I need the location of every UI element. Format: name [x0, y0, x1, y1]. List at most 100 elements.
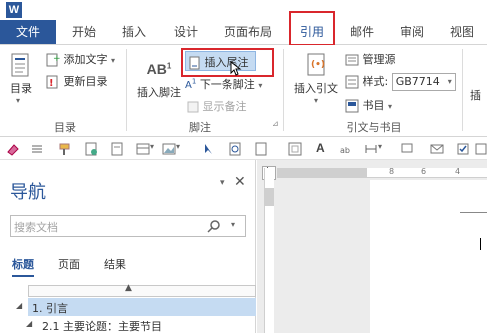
- page-icon[interactable]: [254, 142, 268, 156]
- horizontal-ruler: 8 6 4: [277, 167, 487, 178]
- style-value: GB7714: [395, 75, 440, 88]
- ribbon: 目录 ▾ + 添加文字 ▾ ! 更新目录 目录 AB1 插入脚注 插入尾注 A1: [0, 45, 487, 137]
- insert-endnote-button[interactable]: 插入尾注: [185, 51, 256, 71]
- footnote-icon: AB1: [146, 61, 172, 77]
- tab-mailings[interactable]: 邮件: [342, 20, 382, 44]
- document-icon[interactable]: [84, 142, 98, 156]
- search-input[interactable]: 搜索文档: [14, 219, 58, 235]
- title-bar: W: [0, 0, 487, 20]
- endnote-icon: [189, 56, 200, 70]
- citations-group-label: 引文与书目: [346, 121, 402, 134]
- insert-citation-label: 插入引文: [294, 82, 338, 95]
- next-footnote-dropdown-icon: ▾: [258, 81, 263, 90]
- toc-label: 目录: [10, 82, 32, 95]
- search-dropdown-icon[interactable]: ▾: [231, 220, 235, 229]
- separator: [126, 49, 127, 131]
- add-text-dropdown-icon: ▾: [111, 56, 116, 65]
- nav-scroll-up-button[interactable]: ▲: [28, 283, 256, 297]
- bibliography-icon: [345, 99, 359, 113]
- vertical-ruler: [264, 168, 274, 333]
- table-icon[interactable]: [136, 142, 150, 156]
- eraser-icon[interactable]: [6, 142, 20, 156]
- search-box[interactable]: 搜索文档 ▾: [10, 215, 246, 237]
- tab-view[interactable]: 视图: [442, 20, 482, 44]
- nav-options-icon[interactable]: ▾: [220, 178, 225, 188]
- tab-home[interactable]: 开始: [64, 20, 104, 44]
- next-footnote-button[interactable]: A1 下一条脚注 ▾: [185, 76, 262, 92]
- toc-dropdown-icon: ▾: [16, 96, 21, 105]
- dropdown-icon[interactable]: ▾: [378, 142, 382, 151]
- nav-heading-item[interactable]: ◢ 1. 引言: [16, 298, 256, 316]
- ruler-mark: 8: [389, 167, 395, 176]
- zoom-icon[interactable]: [228, 142, 242, 156]
- arrow-icon[interactable]: [202, 142, 216, 156]
- document-page[interactable]: [370, 180, 487, 333]
- nav-heading-item[interactable]: ◢ 2.1 主要论题：主要节目: [26, 318, 256, 333]
- ruler-mark: 6: [421, 167, 427, 176]
- insert-footnote-label: 插入脚注: [137, 86, 181, 99]
- svg-text:ab: ab: [340, 146, 350, 155]
- bibliography-label: 书目: [362, 99, 385, 112]
- tab-insert[interactable]: 插入: [114, 20, 154, 44]
- word-logo-icon: W: [6, 2, 22, 18]
- dropdown-icon[interactable]: ▾: [176, 142, 180, 151]
- manage-sources-label: 管理源: [362, 53, 396, 66]
- search-icon[interactable]: [207, 219, 221, 233]
- nav-title: 导航: [10, 182, 46, 203]
- toc-group-label: 目录: [54, 121, 76, 134]
- bibliography-button[interactable]: 书目 ▾: [345, 97, 392, 113]
- text-box-icon[interactable]: [288, 142, 302, 156]
- abc-icon[interactable]: ab: [340, 142, 354, 156]
- tab-review[interactable]: 审阅: [392, 20, 432, 44]
- manage-sources-icon: [345, 54, 359, 66]
- svg-text:(•): (•): [311, 60, 325, 70]
- list-icon[interactable]: [30, 142, 44, 156]
- references-highlight-box: [289, 11, 335, 46]
- font-icon[interactable]: A: [316, 141, 325, 155]
- tab-layout[interactable]: 页面布局: [218, 20, 278, 44]
- update-toc-label: 更新目录: [63, 75, 108, 88]
- add-text-button[interactable]: + 添加文字 ▾: [46, 51, 115, 67]
- toc-icon: [11, 53, 29, 77]
- truncated-button-label[interactable]: 插: [470, 87, 481, 103]
- insert-citation-dropdown-icon: ▾: [313, 96, 318, 105]
- tab-file[interactable]: 文件: [0, 20, 56, 44]
- svg-text:!: !: [49, 78, 54, 89]
- show-notes-button[interactable]: 显示备注: [187, 98, 247, 114]
- tab-results[interactable]: 结果: [104, 256, 126, 272]
- dropdown-icon[interactable]: ▾: [150, 142, 154, 151]
- collapse-icon[interactable]: ◢: [16, 301, 22, 310]
- toc-button[interactable]: 目录 ▾: [10, 53, 32, 105]
- margin-mark: [460, 212, 487, 213]
- bibliography-dropdown-icon: ▾: [388, 102, 393, 111]
- collapse-icon[interactable]: ◢: [26, 319, 32, 328]
- style-select[interactable]: GB7714 ▾: [391, 73, 456, 91]
- more-icon[interactable]: [474, 142, 487, 156]
- add-text-icon: +: [46, 53, 60, 67]
- print-preview-icon[interactable]: [110, 142, 124, 156]
- picture-icon[interactable]: [162, 142, 176, 156]
- format-painter-icon[interactable]: [58, 142, 72, 156]
- mouse-cursor-icon: [230, 61, 242, 76]
- style-label: 样式:: [362, 75, 389, 88]
- tab-design[interactable]: 设计: [166, 20, 206, 44]
- mail-icon[interactable]: [430, 142, 444, 156]
- insert-footnote-button[interactable]: AB1 插入脚注: [136, 61, 182, 100]
- navigation-pane: 导航 ▾ ✕ 搜索文档 ▾ 标题 页面 结果 ▲ ◢ 1. 引言 ◢ 2.1 主…: [0, 160, 256, 333]
- tab-pages[interactable]: 页面: [58, 256, 80, 272]
- update-toc-button[interactable]: ! 更新目录: [46, 73, 108, 89]
- insert-citation-button[interactable]: (•) 插入引文 ▾: [292, 53, 340, 105]
- tab-headings[interactable]: 标题: [12, 256, 34, 277]
- nav-heading-label: 2.1 主要论题：主要节目: [42, 320, 162, 333]
- manage-sources-button[interactable]: 管理源: [345, 51, 396, 67]
- update-toc-icon: !: [46, 75, 58, 89]
- dialog-launcher-icon[interactable]: ⊿: [272, 119, 279, 128]
- svg-text:+: +: [53, 54, 60, 64]
- close-icon[interactable]: ✕: [234, 174, 246, 190]
- comment-icon[interactable]: [400, 142, 414, 156]
- ribbon-tab-bar: 文件 开始 插入 设计 页面布局 引用 邮件 审阅 视图: [0, 20, 487, 45]
- spacing-icon[interactable]: [364, 142, 378, 156]
- checkbox-icon[interactable]: [456, 142, 470, 156]
- style-row: 样式: GB7714 ▾: [345, 73, 456, 91]
- separator: [462, 49, 463, 131]
